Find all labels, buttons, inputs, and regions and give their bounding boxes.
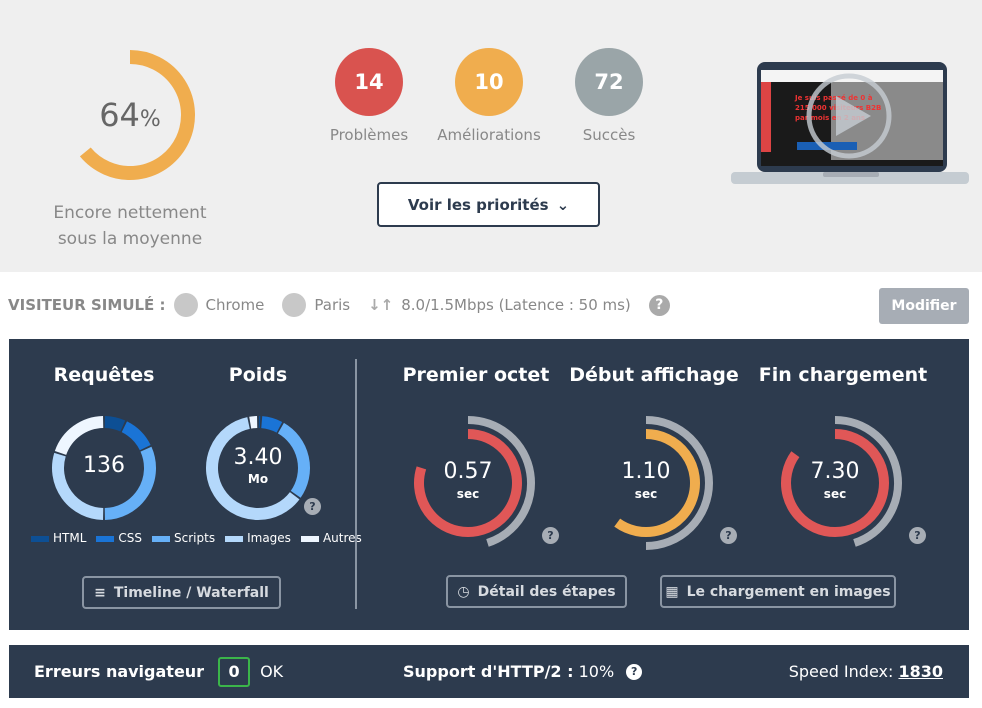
- score-label: Encore nettement sous la moyenne: [30, 200, 230, 252]
- timing-unit: sec: [456, 487, 480, 501]
- legend-item: Scripts: [152, 531, 215, 545]
- weight-donut: 3.40 Mo: [205, 415, 311, 521]
- legend-label: Scripts: [174, 531, 216, 545]
- summary-section: 64% Encore nettement sous la moyenne 14 P…: [0, 0, 982, 272]
- location-value: Paris: [314, 296, 351, 314]
- improvements-count: 10: [455, 48, 523, 116]
- http2-value: 10%: [578, 662, 615, 681]
- clock-icon: ◷: [457, 583, 470, 600]
- weight-value: 3.40: [233, 445, 283, 470]
- help-icon[interactable]: ?: [542, 527, 559, 544]
- film-icon: ▦: [665, 583, 679, 600]
- timing-title: Début affichage: [569, 364, 739, 386]
- divider: [355, 359, 357, 609]
- success-count: 72: [575, 48, 643, 116]
- timeline-waterfall-button[interactable]: ≡ Timeline / Waterfall: [82, 576, 281, 609]
- legend-item: HTML: [31, 531, 86, 545]
- legend-label: CSS: [118, 531, 143, 545]
- connection-value: 8.0/1.5Mbps (Latence : 50 ms): [401, 296, 631, 314]
- legend-swatch: [31, 535, 49, 542]
- help-icon[interactable]: ?: [304, 498, 321, 515]
- timing-unit: sec: [823, 487, 847, 501]
- score-label-1: Encore nettement: [53, 203, 207, 223]
- waterfall-icon: ≡: [94, 584, 106, 601]
- page-preview-video[interactable]: Je suis passé de 0 à 215 000 visiteurs B…: [731, 62, 971, 191]
- priorities-button[interactable]: Voir les priorités ⌄: [377, 182, 600, 227]
- http2-label: Support d'HTTP/2 :: [403, 662, 574, 681]
- chrome-icon: [173, 293, 198, 317]
- improvements-label: Améliorations: [437, 126, 541, 144]
- legend-label: Images: [247, 531, 291, 545]
- simulated-visitor: VISITEUR SIMULÉ : Chrome Paris ↓↑ 8.0/1.…: [8, 292, 670, 318]
- legend-item: Images: [225, 531, 291, 545]
- globe-icon: [282, 293, 307, 317]
- problems-label: Problèmes: [329, 126, 409, 144]
- browser-errors-status: OK: [260, 662, 284, 681]
- timing-value: 7.30: [810, 459, 860, 484]
- legend-item: Autres: [300, 531, 362, 545]
- segment-autres: [249, 416, 258, 429]
- legend-label: HTML: [53, 531, 87, 545]
- score-value: 64: [99, 96, 140, 134]
- loading-images-button[interactable]: ▦ Le chargement en images: [660, 575, 896, 608]
- browser-errors-count[interactable]: 0: [218, 656, 251, 687]
- legend-swatch: [152, 535, 171, 542]
- speed-index-value[interactable]: 1830: [898, 662, 943, 681]
- timeline-label: Timeline / Waterfall: [113, 584, 269, 601]
- segment-css: [121, 421, 151, 451]
- score-gauge: 64%: [60, 40, 200, 190]
- success-label: Succès: [582, 126, 636, 144]
- help-icon[interactable]: ?: [626, 663, 643, 680]
- chart-legend: HTML CSS Scripts Images Autres: [31, 531, 362, 545]
- timing-gauge: 1.10 sec: [590, 413, 730, 553]
- legend-swatch: [300, 535, 319, 542]
- problems-count: 14: [335, 48, 403, 116]
- bottom-bar: Erreurs navigateur 0 OK Support d'HTTP/2 :…: [9, 645, 969, 698]
- timing-unit: sec: [634, 487, 658, 501]
- browser-errors-label: Erreurs navigateur: [34, 662, 205, 681]
- score-label-2: sous la moyenne: [57, 229, 203, 249]
- requests-donut: 136: [51, 415, 157, 521]
- segment-css: [260, 416, 283, 433]
- chevron-down-icon: ⌄: [556, 195, 570, 214]
- legend-swatch: [96, 535, 115, 542]
- help-icon[interactable]: ?: [648, 294, 670, 316]
- priorities-label: Voir les priorités: [407, 195, 549, 214]
- step-details-label: Détail des étapes: [477, 583, 616, 600]
- browser-value: Chrome: [205, 296, 265, 314]
- svg-text:Je suis passé de 0 à: Je suis passé de 0 à: [794, 94, 873, 102]
- modify-button[interactable]: Modifier: [879, 288, 969, 324]
- timing-title: Premier octet: [402, 364, 550, 386]
- timing-value: 1.10: [621, 459, 671, 484]
- visitor-label: VISITEUR SIMULÉ :: [8, 296, 166, 314]
- help-icon[interactable]: ?: [720, 527, 737, 544]
- timing-gauge: 0.57 sec: [412, 413, 552, 553]
- up-down-arrows-icon: ↓↑: [368, 296, 394, 314]
- speed-index-label: Speed Index:: [788, 662, 894, 681]
- score-unit: %: [139, 107, 161, 132]
- requests-value: 136: [83, 453, 125, 478]
- help-icon[interactable]: ?: [909, 527, 926, 544]
- legend-item: CSS: [96, 531, 142, 545]
- timing-title: Fin chargement: [758, 364, 928, 386]
- segment-autres: [54, 416, 104, 456]
- step-details-button[interactable]: ◷ Détail des étapes: [446, 575, 627, 608]
- timing-gauge: 7.30 sec: [779, 413, 919, 553]
- weight-unit: Mo: [247, 472, 269, 486]
- timing-value: 0.57: [443, 459, 493, 484]
- loading-images-label: Le chargement en images: [686, 583, 891, 600]
- legend-swatch: [225, 535, 244, 542]
- segment-html: [104, 416, 126, 432]
- weight-title: Poids: [228, 364, 288, 386]
- metrics-panel: Requêtes Poids 136 3.40 Mo ? HTML CSS Scri…: [9, 339, 969, 630]
